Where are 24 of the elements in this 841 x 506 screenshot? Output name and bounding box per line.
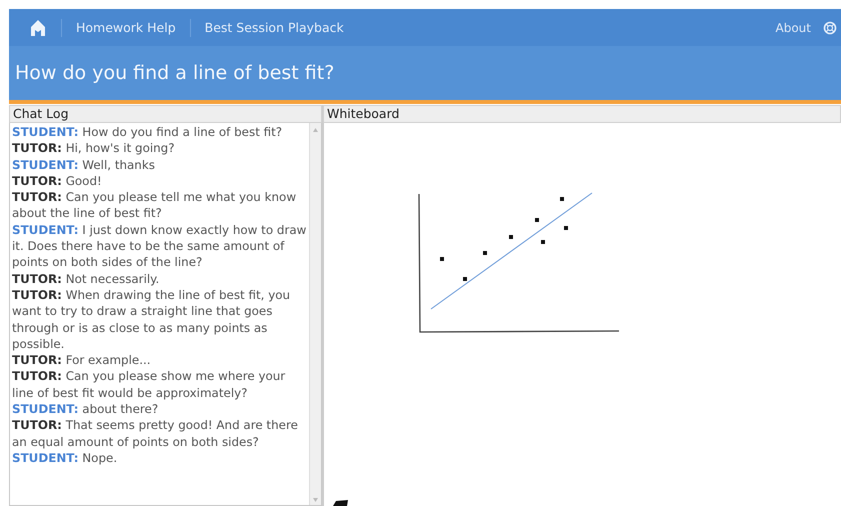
- scroll-down-icon[interactable]: [312, 497, 319, 503]
- logo-icon[interactable]: [29, 18, 47, 36]
- chat-message: TUTOR: Hi, how's it going?: [12, 140, 176, 157]
- page-title: How do you find a line of best fit?: [15, 62, 334, 84]
- nav-link[interactable]: Homework Help: [76, 20, 176, 35]
- chat-message: TUTOR: That seems pretty good! And are there an equal amount of points on both sides?: [12, 417, 299, 450]
- chat-message: TUTOR: Not necessarily.: [12, 270, 160, 287]
- chat-message: TUTOR: Can you please tell me what you know about the line of best fit?: [12, 189, 298, 222]
- chat-message: TUTOR: For example...: [12, 352, 152, 368]
- chat-message: STUDENT: about there?: [12, 401, 160, 418]
- panel-heading: Whiteboard: [323, 105, 841, 123]
- chat-message: TUTOR: Can you please show me where your line of best fit would be approximately?: [12, 368, 286, 402]
- panel-heading: Chat Log: [9, 105, 322, 123]
- scroll-up-icon[interactable]: [312, 127, 319, 133]
- scrollbar[interactable]: [309, 123, 321, 505]
- chat-message: STUDENT: Well, thanks: [12, 156, 156, 173]
- nav-link[interactable]: Best Session Playback: [204, 20, 344, 35]
- chat-message: TUTOR: When drawing the line of best fit, you want to try to draw a straight line that goes through or is as close to as many points as possible.: [12, 286, 292, 352]
- about-link[interactable]: About: [776, 20, 811, 34]
- chat-message: STUDENT: How do you find a line of best fit?: [12, 124, 284, 140]
- chat-message: STUDENT: I just down know exactly how to draw it. Does there have to be the same amount of points on both sides of the line?: [12, 222, 307, 271]
- chat-message: TUTOR: Good!: [12, 172, 103, 190]
- chat-message: STUDENT: Nope.: [12, 450, 118, 466]
- help-icon[interactable]: [823, 20, 837, 34]
